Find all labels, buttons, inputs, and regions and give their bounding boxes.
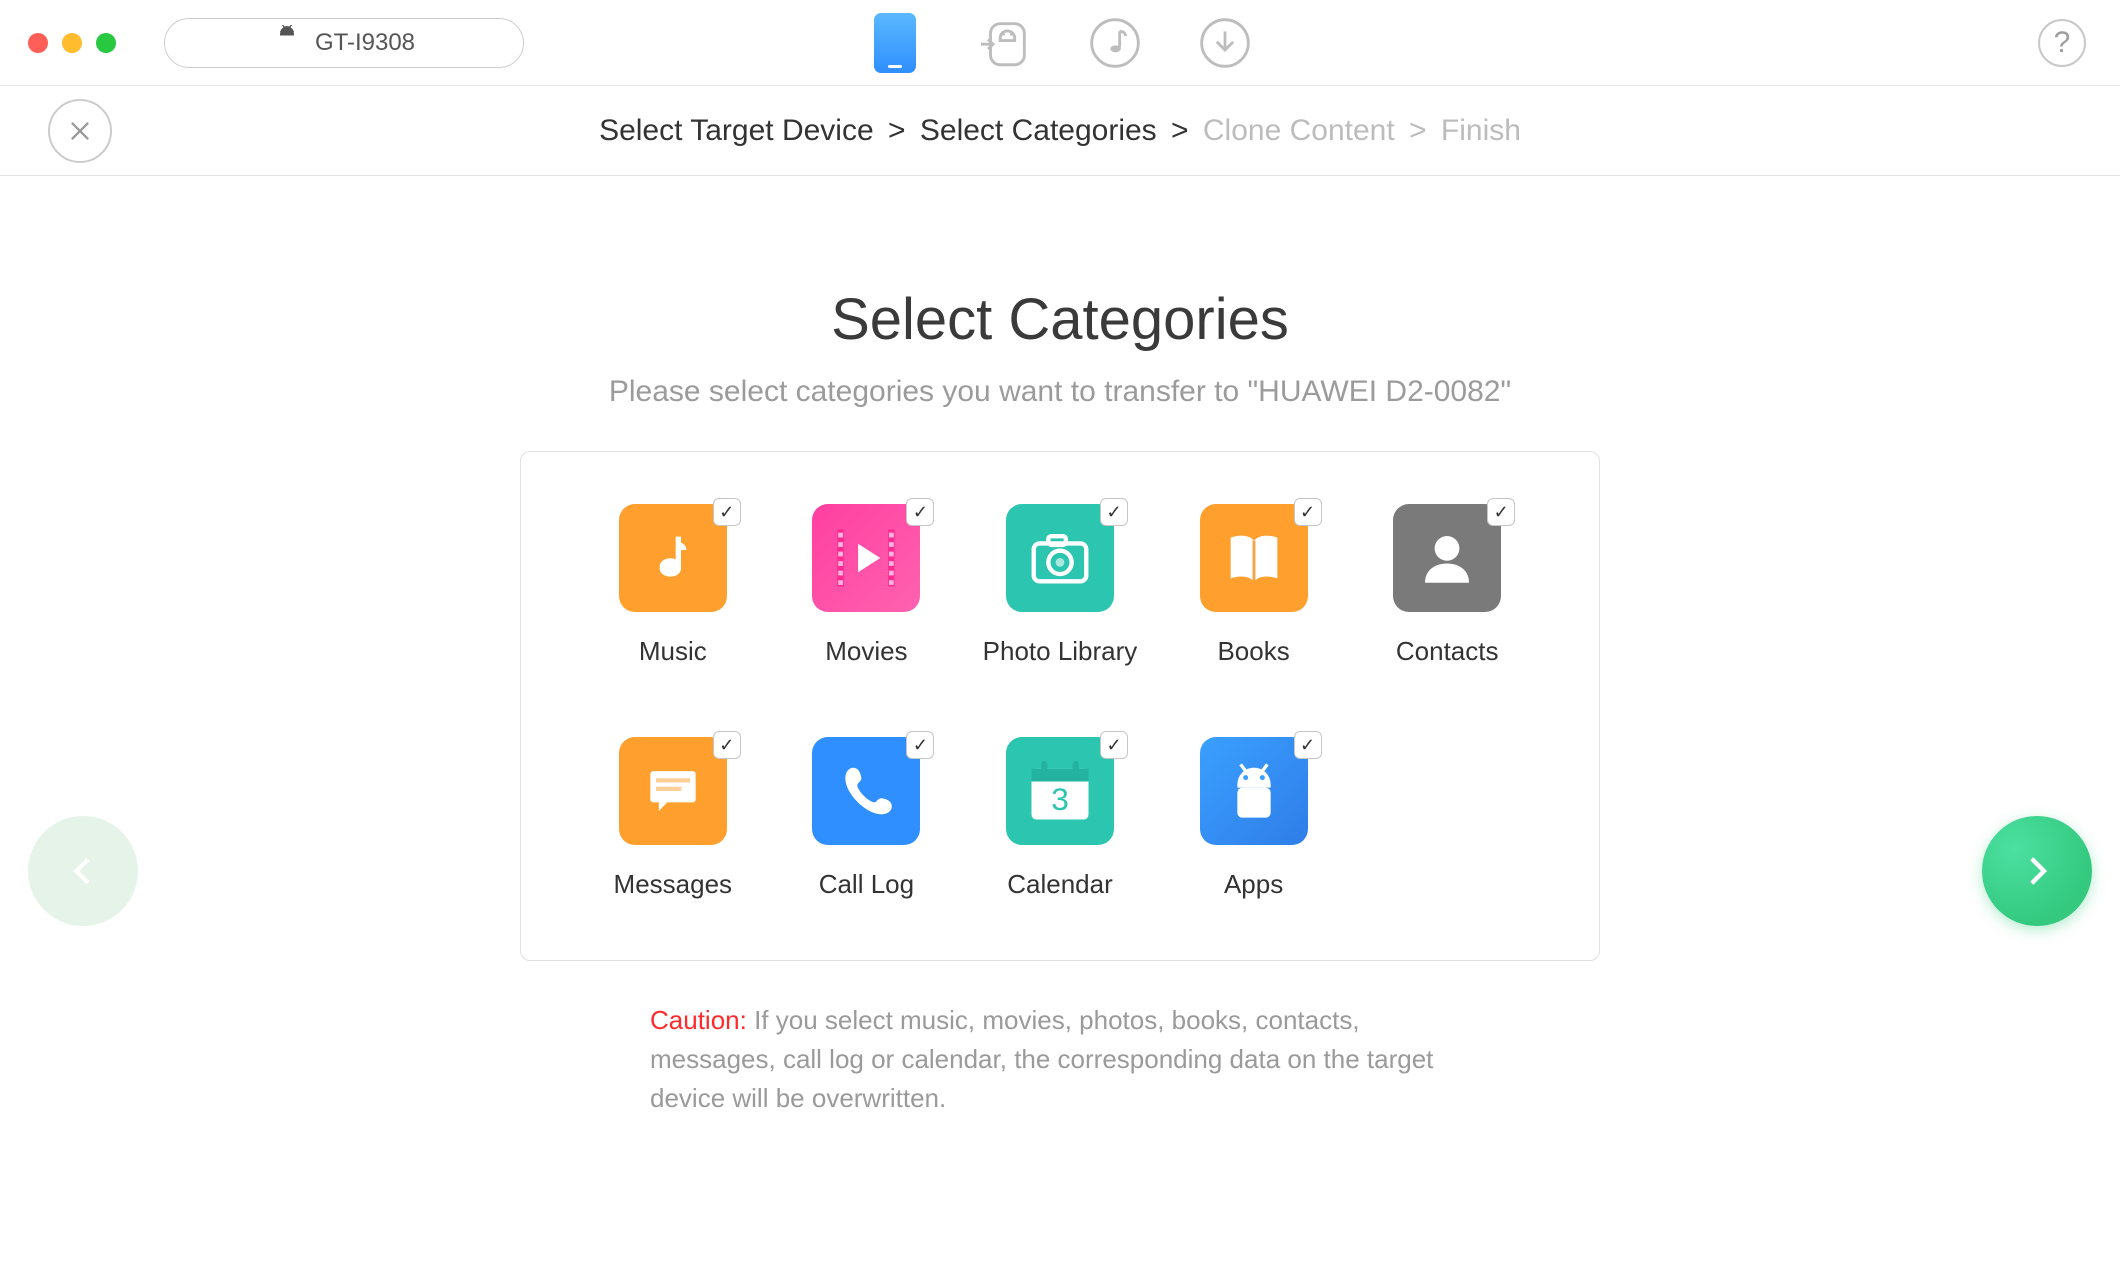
category-calendar[interactable]: 3 ✓ Calendar [968, 737, 1152, 900]
main-content: Select Categories Please select categori… [0, 176, 2120, 1118]
checkbox-icon[interactable]: ✓ [906, 498, 934, 526]
window-close-button[interactable] [28, 33, 48, 53]
breadcrumb-sep: > [1171, 114, 1189, 147]
book-icon [1219, 523, 1289, 593]
device-label: GT-I9308 [315, 29, 415, 57]
breadcrumb: Select Target Device > Select Categories… [599, 114, 1521, 148]
checkbox-icon[interactable]: ✓ [1294, 731, 1322, 759]
phone-handset-icon [835, 760, 897, 822]
mode-music-button[interactable] [1085, 13, 1145, 73]
next-button[interactable] [1982, 816, 2092, 926]
breadcrumb-step-4: Finish [1441, 114, 1521, 147]
message-icon [639, 757, 707, 825]
category-label: Messages [614, 869, 733, 900]
calendar-tile: 3 ✓ [1006, 737, 1114, 845]
checkbox-icon[interactable]: ✓ [1487, 498, 1515, 526]
category-label: Call Log [819, 869, 914, 900]
category-panel: ✓ Music ✓ Movies [520, 451, 1600, 961]
caution-label: Caution: [650, 1005, 747, 1035]
movies-tile: ✓ [812, 504, 920, 612]
caution-body: If you select music, movies, photos, boo… [650, 1005, 1433, 1113]
category-movies[interactable]: ✓ Movies [775, 504, 959, 667]
category-label: Contacts [1396, 636, 1499, 667]
breadcrumb-step-3: Clone Content [1203, 114, 1395, 147]
breadcrumb-sep: > [888, 114, 906, 147]
android-icon [273, 25, 301, 60]
mode-download-button[interactable] [1195, 13, 1255, 73]
question-icon: ? [2054, 26, 2071, 60]
prev-button[interactable] [28, 816, 138, 926]
category-books[interactable]: ✓ Books [1162, 504, 1346, 667]
movies-icon [828, 520, 904, 596]
category-label: Photo Library [983, 636, 1138, 667]
photo-tile: ✓ [1006, 504, 1114, 612]
checkbox-icon[interactable]: ✓ [1100, 498, 1128, 526]
apps-tile: ✓ [1200, 737, 1308, 845]
category-label: Music [639, 636, 707, 667]
phone-icon [874, 13, 916, 73]
svg-text:3: 3 [1051, 781, 1069, 817]
category-photo-library[interactable]: ✓ Photo Library [968, 504, 1152, 667]
breadcrumb-step-1: Select Target Device [599, 114, 874, 147]
category-label: Movies [825, 636, 907, 667]
page-subtitle: Please select categories you want to tra… [609, 375, 1511, 409]
traffic-lights [28, 33, 116, 53]
breadcrumb-step-2: Select Categories [920, 114, 1157, 147]
device-selector[interactable]: GT-I9308 [164, 18, 524, 68]
chevron-left-icon [63, 851, 103, 891]
category-label: Books [1217, 636, 1289, 667]
messages-tile: ✓ [619, 737, 727, 845]
subheader: Select Target Device > Select Categories… [0, 86, 2120, 176]
category-messages[interactable]: ✓ Messages [581, 737, 765, 900]
checkbox-icon[interactable]: ✓ [1100, 731, 1128, 759]
category-label: Apps [1224, 869, 1283, 900]
caution-text: Caution: If you select music, movies, ph… [650, 1001, 1470, 1118]
titlebar: GT-I9308 ? [0, 0, 2120, 85]
category-music[interactable]: ✓ Music [581, 504, 765, 667]
window-minimize-button[interactable] [62, 33, 82, 53]
checkbox-icon[interactable]: ✓ [713, 731, 741, 759]
music-icon [641, 526, 705, 590]
page-title: Select Categories [831, 286, 1289, 353]
android-icon [1214, 751, 1294, 831]
mode-switcher [865, 13, 1255, 73]
contacts-tile: ✓ [1393, 504, 1501, 612]
calllog-tile: ✓ [812, 737, 920, 845]
calendar-icon: 3 [1022, 753, 1098, 829]
category-apps[interactable]: ✓ Apps [1162, 737, 1346, 900]
mode-device-button[interactable] [865, 13, 925, 73]
music-tile: ✓ [619, 504, 727, 612]
books-tile: ✓ [1200, 504, 1308, 612]
checkbox-icon[interactable]: ✓ [1294, 498, 1322, 526]
camera-icon [1025, 523, 1095, 593]
checkbox-icon[interactable]: ✓ [713, 498, 741, 526]
mode-to-android-button[interactable] [975, 13, 1035, 73]
close-icon [66, 117, 94, 145]
window-zoom-button[interactable] [96, 33, 116, 53]
close-button[interactable] [48, 99, 112, 163]
category-call-log[interactable]: ✓ Call Log [775, 737, 959, 900]
breadcrumb-sep: > [1409, 114, 1427, 147]
category-contacts[interactable]: ✓ Contacts [1355, 504, 1539, 667]
help-button[interactable]: ? [2038, 19, 2086, 67]
person-icon [1414, 525, 1480, 591]
category-label: Calendar [1007, 869, 1113, 900]
checkbox-icon[interactable]: ✓ [906, 731, 934, 759]
chevron-right-icon [2016, 850, 2058, 892]
